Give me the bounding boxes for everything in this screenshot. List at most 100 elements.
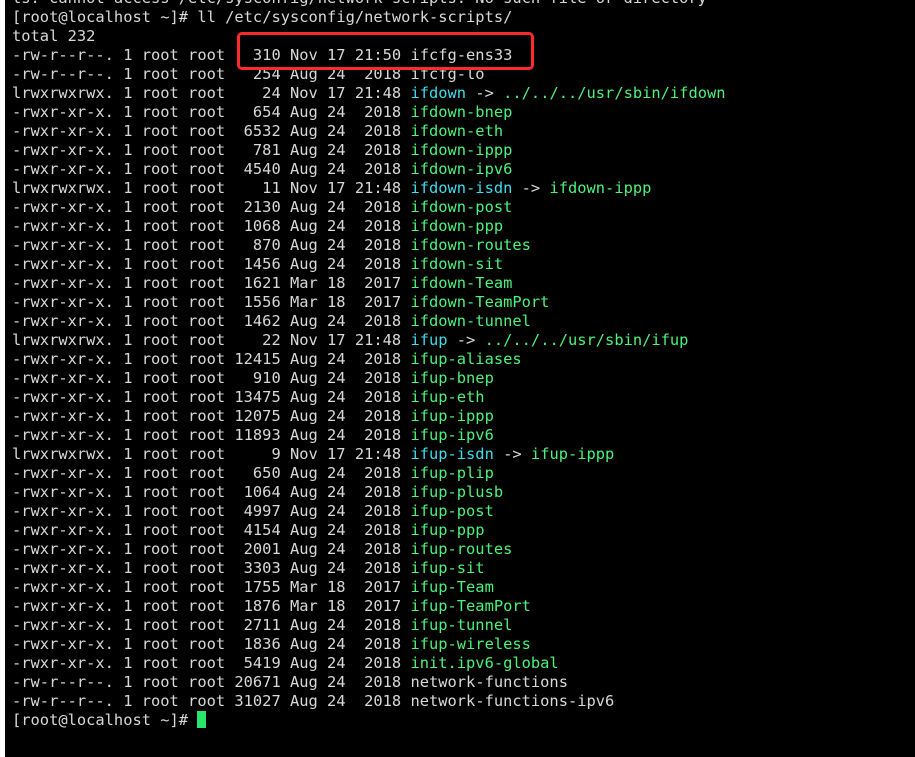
file-metadata: lrwxrwxrwx. 1 root root 11 Nov 17 21:48 xyxy=(12,179,411,197)
file-name: ifdown-sit xyxy=(410,255,504,273)
symlink-arrow: -> xyxy=(493,445,531,463)
listing-row: -rw-r--r--. 1 root root 20671 Aug 24 201… xyxy=(12,673,568,692)
listing-row: lrwxrwxrwx. 1 root root 11 Nov 17 21:48 … xyxy=(12,179,651,198)
final-prompt-line[interactable]: [root@localhost ~]# xyxy=(12,711,207,730)
listing-row: -rwxr-xr-x. 1 root root 1556 Mar 18 2017… xyxy=(12,293,549,312)
file-name: ifup-ppp xyxy=(410,521,485,539)
listing-row: -rwxr-xr-x. 1 root root 910 Aug 24 2018 … xyxy=(12,369,494,388)
file-name: ifup-TeamPort xyxy=(410,597,531,615)
file-metadata: -rwxr-xr-x. 1 root root 1836 Aug 24 2018 xyxy=(12,635,411,653)
file-metadata: -rwxr-xr-x. 1 root root 6532 Aug 24 2018 xyxy=(12,122,411,140)
file-name: ifup-wireless xyxy=(410,635,531,653)
file-metadata: -rw-r--r--. 1 root root 310 Nov 17 21:50 xyxy=(12,46,411,64)
listing-row: -rwxr-xr-x. 1 root root 4154 Aug 24 2018… xyxy=(12,521,485,540)
file-name: ifdown-ppp xyxy=(410,217,504,235)
file-name: ifdown-post xyxy=(410,198,513,216)
file-name: ifup-eth xyxy=(410,388,485,406)
file-name: ifdown xyxy=(410,84,467,102)
file-metadata: -rwxr-xr-x. 1 root root 1456 Aug 24 2018 xyxy=(12,255,411,273)
file-metadata: -rwxr-xr-x. 1 root root 11893 Aug 24 201… xyxy=(12,426,411,444)
listing-row: lrwxrwxrwx. 1 root root 24 Nov 17 21:48 … xyxy=(12,84,726,103)
listing-row: -rw-r--r--. 1 root root 254 Aug 24 2018 … xyxy=(12,65,485,84)
file-name: ifup-bnep xyxy=(410,369,494,387)
listing-row: -rwxr-xr-x. 1 root root 654 Aug 24 2018 … xyxy=(12,103,512,122)
listing-row: -rwxr-xr-x. 1 root root 12415 Aug 24 201… xyxy=(12,350,522,369)
listing-row: -rw-r--r--. 1 root root 31027 Aug 24 201… xyxy=(12,692,614,711)
file-name: ifdown-eth xyxy=(410,122,504,140)
file-metadata: -rwxr-xr-x. 1 root root 1068 Aug 24 2018 xyxy=(12,217,411,235)
file-metadata: -rwxr-xr-x. 1 root root 781 Aug 24 2018 xyxy=(12,141,411,159)
file-name: ifup-tunnel xyxy=(410,616,513,634)
file-metadata: -rw-r--r--. 1 root root 31027 Aug 24 201… xyxy=(12,692,411,710)
listing-row: -rwxr-xr-x. 1 root root 1462 Aug 24 2018… xyxy=(12,312,531,331)
symlink-target: ../../../usr/sbin/ifdown xyxy=(503,84,726,102)
file-metadata: -rwxr-xr-x. 1 root root 1755 Mar 18 2017 xyxy=(12,578,411,596)
listing-row: lrwxrwxrwx. 1 root root 22 Nov 17 21:48 … xyxy=(12,331,688,350)
file-name: ifdown-bnep xyxy=(410,103,513,121)
file-name: ifup-isdn xyxy=(410,445,494,463)
file-name: ifcfg-ens33 xyxy=(410,46,513,64)
listing-row: -rwxr-xr-x. 1 root root 781 Aug 24 2018 … xyxy=(12,141,512,160)
file-metadata: -rwxr-xr-x. 1 root root 4997 Aug 24 2018 xyxy=(12,502,411,520)
file-name: ifdown-TeamPort xyxy=(410,293,550,311)
listing-row: -rwxr-xr-x. 1 root root 1876 Mar 18 2017… xyxy=(12,597,531,616)
listing-row: -rwxr-xr-x. 1 root root 2130 Aug 24 2018… xyxy=(12,198,512,217)
listing-row: -rwxr-xr-x. 1 root root 6532 Aug 24 2018… xyxy=(12,122,503,141)
file-metadata: -rwxr-xr-x. 1 root root 4540 Aug 24 2018 xyxy=(12,160,411,178)
file-metadata: -rwxr-xr-x. 1 root root 870 Aug 24 2018 xyxy=(12,236,411,254)
previous-error-line: ls: cannot access /etc/sysconfig/network… xyxy=(12,0,707,8)
prompt: [root@localhost ~]# xyxy=(12,8,198,26)
listing-row: -rwxr-xr-x. 1 root root 1755 Mar 18 2017… xyxy=(12,578,494,597)
file-name: ifup-plusb xyxy=(410,483,504,501)
listing-row: lrwxrwxrwx. 1 root root 9 Nov 17 21:48 i… xyxy=(12,445,614,464)
file-name: network-functions xyxy=(410,673,568,691)
total-line: total 232 xyxy=(12,27,96,45)
file-metadata: -rw-r--r--. 1 root root 20671 Aug 24 201… xyxy=(12,673,411,691)
file-name: ifcfg-lo xyxy=(410,65,485,83)
file-metadata: -rwxr-xr-x. 1 root root 12075 Aug 24 201… xyxy=(12,407,411,425)
file-metadata: lrwxrwxrwx. 1 root root 9 Nov 17 21:48 xyxy=(12,445,411,463)
file-name: ifdown-routes xyxy=(410,236,531,254)
file-metadata: -rwxr-xr-x. 1 root root 4154 Aug 24 2018 xyxy=(12,521,411,539)
listing-row: -rwxr-xr-x. 1 root root 1836 Aug 24 2018… xyxy=(12,635,531,654)
file-metadata: -rwxr-xr-x. 1 root root 654 Aug 24 2018 xyxy=(12,103,411,121)
file-name: ifup-ipv6 xyxy=(410,426,494,444)
file-metadata: -rwxr-xr-x. 1 root root 1876 Mar 18 2017 xyxy=(12,597,411,615)
file-metadata: -rwxr-xr-x. 1 root root 12415 Aug 24 201… xyxy=(12,350,411,368)
listing-row: -rwxr-xr-x. 1 root root 5419 Aug 24 2018… xyxy=(12,654,559,673)
file-metadata: lrwxrwxrwx. 1 root root 22 Nov 17 21:48 xyxy=(12,331,411,349)
file-name: ifup xyxy=(410,331,448,349)
terminal-window[interactable]: ls: cannot access /etc/sysconfig/network… xyxy=(5,0,915,757)
file-name: ifdown-Team xyxy=(410,274,513,292)
file-name: ifup-sit xyxy=(410,559,485,577)
file-metadata: -rw-r--r--. 1 root root 254 Aug 24 2018 xyxy=(12,65,411,83)
symlink-target: ifup-ippp xyxy=(530,445,615,463)
listing-row: -rw-r--r--. 1 root root 310 Nov 17 21:50… xyxy=(12,46,512,65)
file-metadata: -rwxr-xr-x. 1 root root 3303 Aug 24 2018 xyxy=(12,559,411,577)
file-metadata: -rwxr-xr-x. 1 root root 650 Aug 24 2018 xyxy=(12,464,411,482)
listing-row: -rwxr-xr-x. 1 root root 13475 Aug 24 201… xyxy=(12,388,485,407)
listing-row: -rwxr-xr-x. 1 root root 650 Aug 24 2018 … xyxy=(12,464,494,483)
terminal-cursor[interactable] xyxy=(197,711,207,728)
file-name: network-functions-ipv6 xyxy=(410,692,615,710)
listing-row: -rwxr-xr-x. 1 root root 11893 Aug 24 201… xyxy=(12,426,494,445)
file-name: ifup-routes xyxy=(410,540,513,558)
listing-row: -rwxr-xr-x. 1 root root 4540 Aug 24 2018… xyxy=(12,160,512,179)
file-name: ifup-aliases xyxy=(410,350,522,368)
file-name: ifup-plip xyxy=(410,464,494,482)
file-name: ifdown-ippp xyxy=(410,141,513,159)
symlink-arrow: -> xyxy=(466,84,504,102)
file-metadata: -rwxr-xr-x. 1 root root 1462 Aug 24 2018 xyxy=(12,312,411,330)
listing-row: -rwxr-xr-x. 1 root root 3303 Aug 24 2018… xyxy=(12,559,485,578)
command-line: [root@localhost ~]# ll /etc/sysconfig/ne… xyxy=(12,8,512,27)
file-metadata: -rwxr-xr-x. 1 root root 910 Aug 24 2018 xyxy=(12,369,411,387)
listing-row: -rwxr-xr-x. 1 root root 1621 Mar 18 2017… xyxy=(12,274,512,293)
file-metadata: lrwxrwxrwx. 1 root root 24 Nov 17 21:48 xyxy=(12,84,411,102)
file-metadata: -rwxr-xr-x. 1 root root 1621 Mar 18 2017 xyxy=(12,274,411,292)
file-name: ifup-post xyxy=(410,502,494,520)
file-metadata: -rwxr-xr-x. 1 root root 5419 Aug 24 2018 xyxy=(12,654,411,672)
file-metadata: -rwxr-xr-x. 1 root root 13475 Aug 24 201… xyxy=(12,388,411,406)
file-metadata: -rwxr-xr-x. 1 root root 2711 Aug 24 2018 xyxy=(12,616,411,634)
listing-row: -rwxr-xr-x. 1 root root 4997 Aug 24 2018… xyxy=(12,502,494,521)
file-name: ifdown-ipv6 xyxy=(410,160,513,178)
